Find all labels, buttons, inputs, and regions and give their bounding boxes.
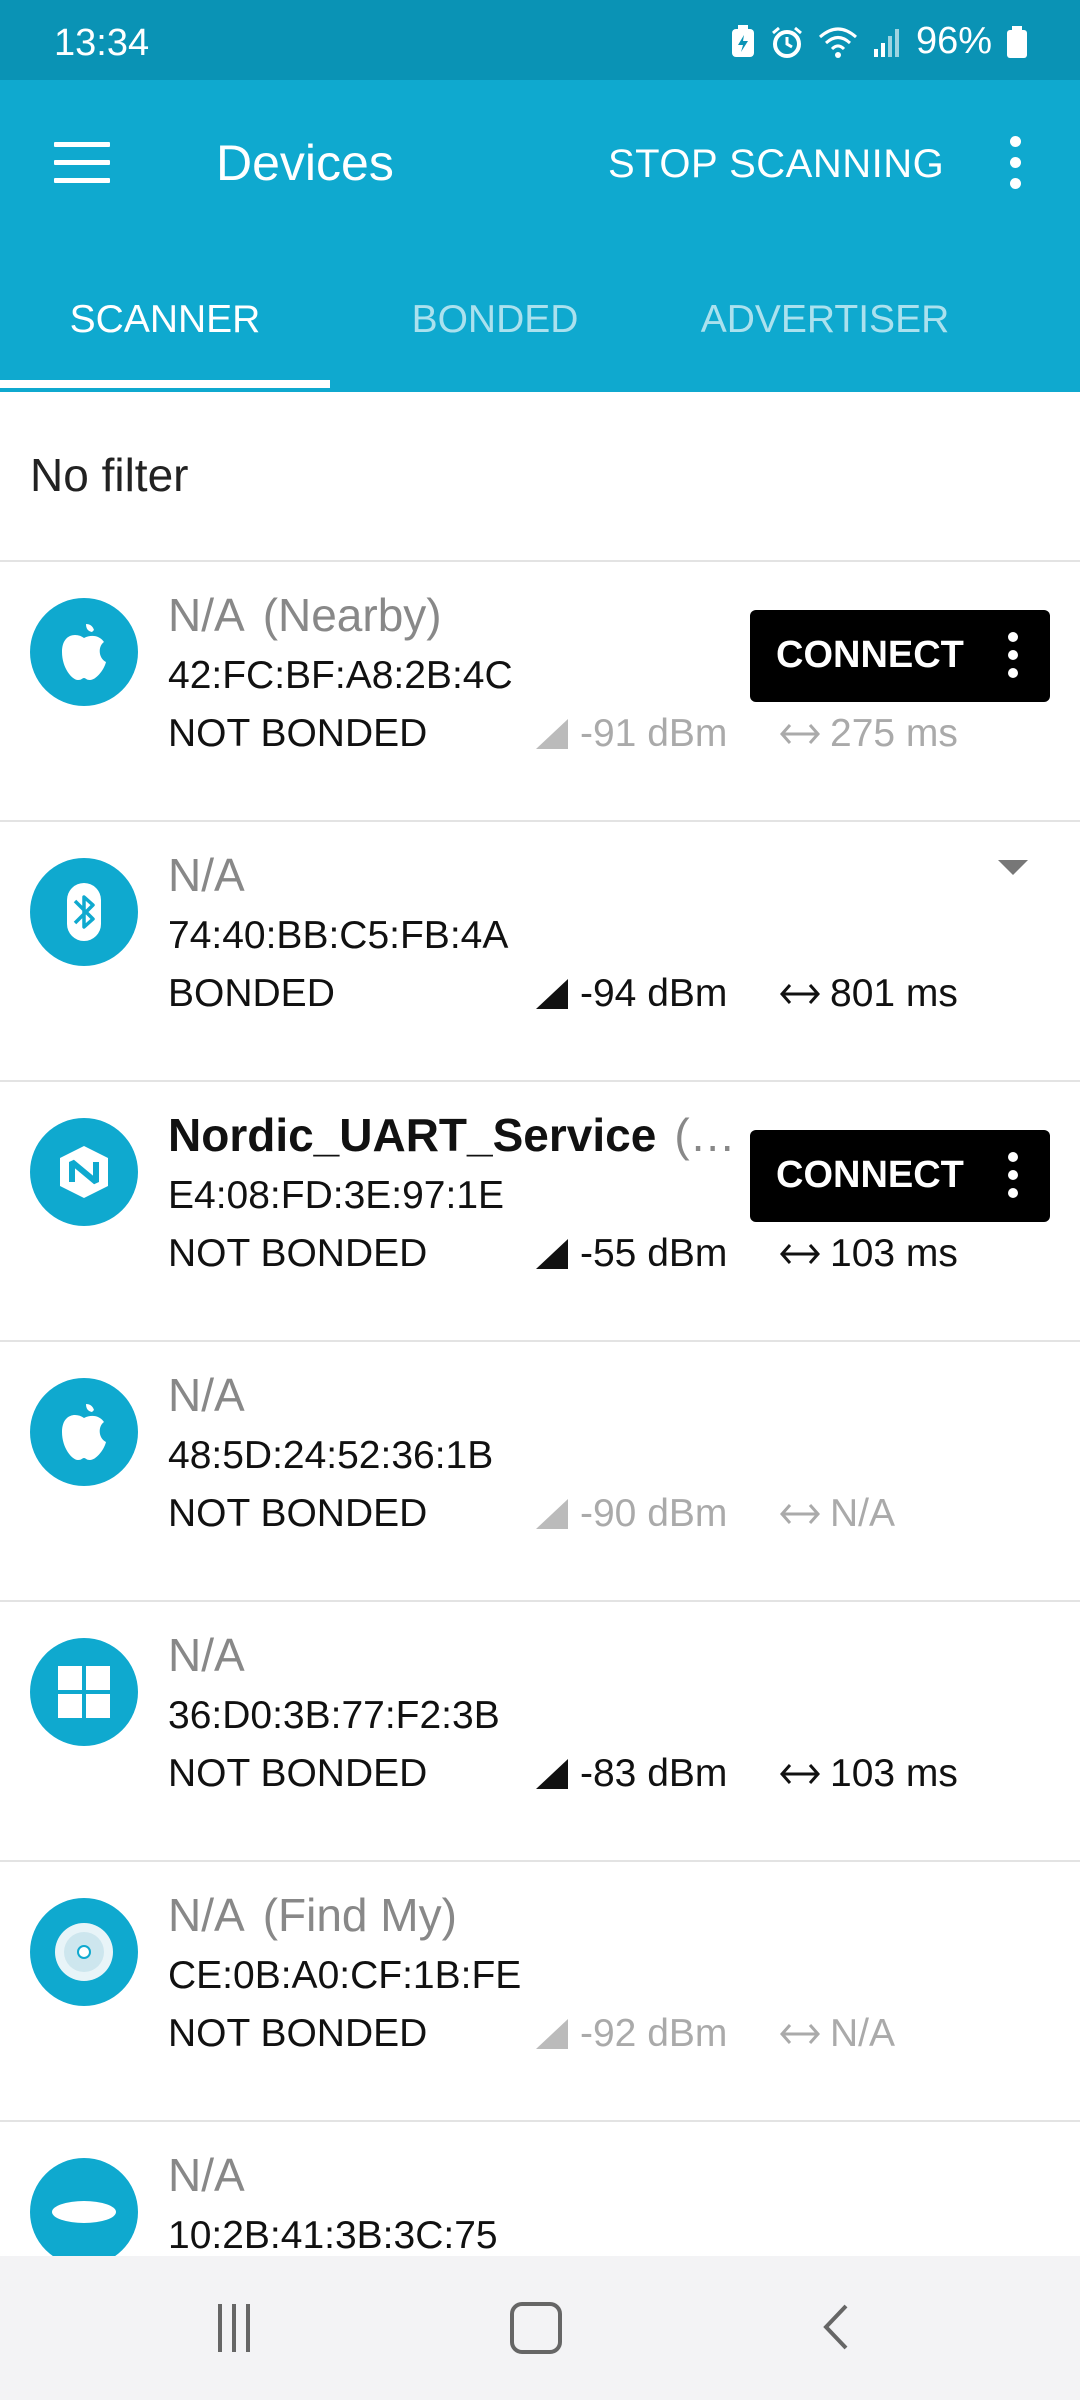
battery-level: 96% bbox=[915, 20, 992, 62]
interval-arrows-icon bbox=[780, 1504, 820, 1524]
device-row[interactable]: N/A 36:D0:3B:77:F2:3B NOT BONDED -83 dBm… bbox=[0, 1602, 1080, 1862]
device-row[interactable]: N/A 48:5D:24:52:36:1B NOT BONDED -90 dBm… bbox=[0, 1342, 1080, 1602]
app-bar: Devices STOP SCANNING SCANNER BONDED ADV… bbox=[0, 80, 1080, 392]
signal-icon bbox=[873, 28, 899, 57]
status-bar: 13:34 96% bbox=[0, 0, 1080, 80]
wifi-icon bbox=[818, 27, 857, 58]
device-row[interactable]: Nordic_UART_Service (… E4:08:FD:3E:97:1E … bbox=[0, 1082, 1080, 1342]
rssi-value: -94 dBm bbox=[534, 972, 727, 1016]
signal-strength-icon bbox=[536, 1239, 568, 1269]
signal-strength-icon bbox=[536, 979, 568, 1009]
apple-icon bbox=[30, 1378, 138, 1486]
signal-strength-icon bbox=[536, 1759, 568, 1789]
tab-bonded[interactable]: BONDED bbox=[330, 290, 660, 392]
device-address: 48:5D:24:52:36:1B bbox=[168, 1434, 494, 1477]
status-icons: 96% bbox=[730, 20, 1028, 63]
status-time: 13:34 bbox=[54, 22, 150, 64]
device-more-icon[interactable] bbox=[1008, 632, 1020, 686]
signal-strength-icon bbox=[536, 2019, 568, 2049]
interval-arrows-icon bbox=[780, 1764, 820, 1784]
device-name: N/A (Find My) bbox=[168, 1889, 457, 1941]
bluetooth-icon bbox=[30, 858, 138, 966]
battery-saver-icon bbox=[731, 24, 754, 57]
device-address: 10:2B:41:3B:3C:75 bbox=[168, 2214, 498, 2257]
stop-scanning-button[interactable]: STOP SCANNING bbox=[608, 142, 944, 187]
device-name: N/A bbox=[168, 2149, 245, 2201]
tab-advertiser[interactable]: ADVERTISER bbox=[660, 290, 990, 392]
battery-icon bbox=[1007, 25, 1027, 58]
bond-state: NOT BONDED bbox=[168, 1232, 428, 1275]
rssi-value: -92 dBm bbox=[534, 2012, 727, 2056]
advertising-interval: 103 ms bbox=[780, 1752, 958, 1796]
device-row[interactable]: N/A (Nearby) 42:FC:BF:A8:2B:4C NOT BONDED… bbox=[0, 562, 1080, 822]
advertising-interval: 801 ms bbox=[780, 972, 958, 1016]
device-name: N/A bbox=[168, 1369, 245, 1421]
device-name: N/A bbox=[168, 849, 245, 901]
signal-strength-icon bbox=[536, 719, 568, 749]
menu-icon[interactable] bbox=[54, 142, 110, 186]
bond-state: NOT BONDED bbox=[168, 1492, 428, 1535]
device-address: CE:0B:A0:CF:1B:FE bbox=[168, 1954, 522, 1997]
bond-state: NOT BONDED bbox=[168, 712, 428, 755]
interval-arrows-icon bbox=[780, 984, 820, 1004]
interval-arrows-icon bbox=[780, 2024, 820, 2044]
back-icon[interactable] bbox=[820, 2302, 850, 2352]
device-address: 36:D0:3B:77:F2:3B bbox=[168, 1694, 500, 1737]
findmy-icon bbox=[30, 1898, 138, 2006]
samsung-icon bbox=[30, 2158, 138, 2266]
signal-strength-icon bbox=[536, 1499, 568, 1529]
bond-state: NOT BONDED bbox=[168, 2012, 428, 2055]
bond-state: BONDED bbox=[168, 972, 335, 1015]
advertising-interval: 275 ms bbox=[780, 712, 958, 756]
rssi-value: -83 dBm bbox=[534, 1752, 727, 1796]
recents-icon[interactable] bbox=[210, 2304, 258, 2352]
interval-arrows-icon bbox=[780, 724, 820, 744]
windows-icon bbox=[30, 1638, 138, 1746]
connect-button[interactable]: CONNECT bbox=[750, 1130, 1050, 1222]
device-address: 42:FC:BF:A8:2B:4C bbox=[168, 654, 513, 697]
device-row[interactable]: N/A 74:40:BB:C5:FB:4A BONDED -94 dBm 801… bbox=[0, 822, 1080, 1082]
filter-label: No filter bbox=[30, 449, 189, 501]
bond-state: NOT BONDED bbox=[168, 1752, 428, 1795]
nordic-icon bbox=[30, 1118, 138, 1226]
device-address: E4:08:FD:3E:97:1E bbox=[168, 1174, 505, 1217]
tab-scanner[interactable]: SCANNER bbox=[0, 290, 330, 392]
rssi-value: -90 dBm bbox=[534, 1492, 727, 1536]
device-name: N/A (Nearby) bbox=[168, 589, 442, 641]
device-row[interactable]: N/A (Find My) CE:0B:A0:CF:1B:FE NOT BONDE… bbox=[0, 1862, 1080, 2122]
advertising-interval: N/A bbox=[780, 1492, 895, 1536]
connect-button[interactable]: CONNECT bbox=[750, 610, 1050, 702]
filter-dropdown[interactable]: No filter bbox=[0, 392, 1080, 875]
device-name: N/A bbox=[168, 1629, 245, 1681]
device-name: Nordic_UART_Service (… bbox=[168, 1109, 736, 1161]
tab-indicator bbox=[0, 380, 330, 388]
page-title: Devices bbox=[216, 135, 394, 191]
tab-bar: SCANNER BONDED ADVERTISER bbox=[0, 290, 1080, 392]
device-more-icon[interactable] bbox=[1008, 1152, 1020, 1206]
rssi-value: -55 dBm bbox=[534, 1232, 727, 1276]
device-address: 74:40:BB:C5:FB:4A bbox=[168, 914, 509, 957]
rssi-value: -91 dBm bbox=[534, 712, 727, 756]
advertising-interval: N/A bbox=[780, 2012, 895, 2056]
apple-icon bbox=[30, 598, 138, 706]
system-navigation-bar bbox=[0, 2256, 1080, 2400]
more-options-icon[interactable] bbox=[1000, 136, 1030, 192]
alarm-icon bbox=[771, 26, 802, 58]
advertising-interval: 103 ms bbox=[780, 1232, 958, 1276]
interval-arrows-icon bbox=[780, 1244, 820, 1264]
home-icon[interactable] bbox=[510, 2302, 562, 2354]
